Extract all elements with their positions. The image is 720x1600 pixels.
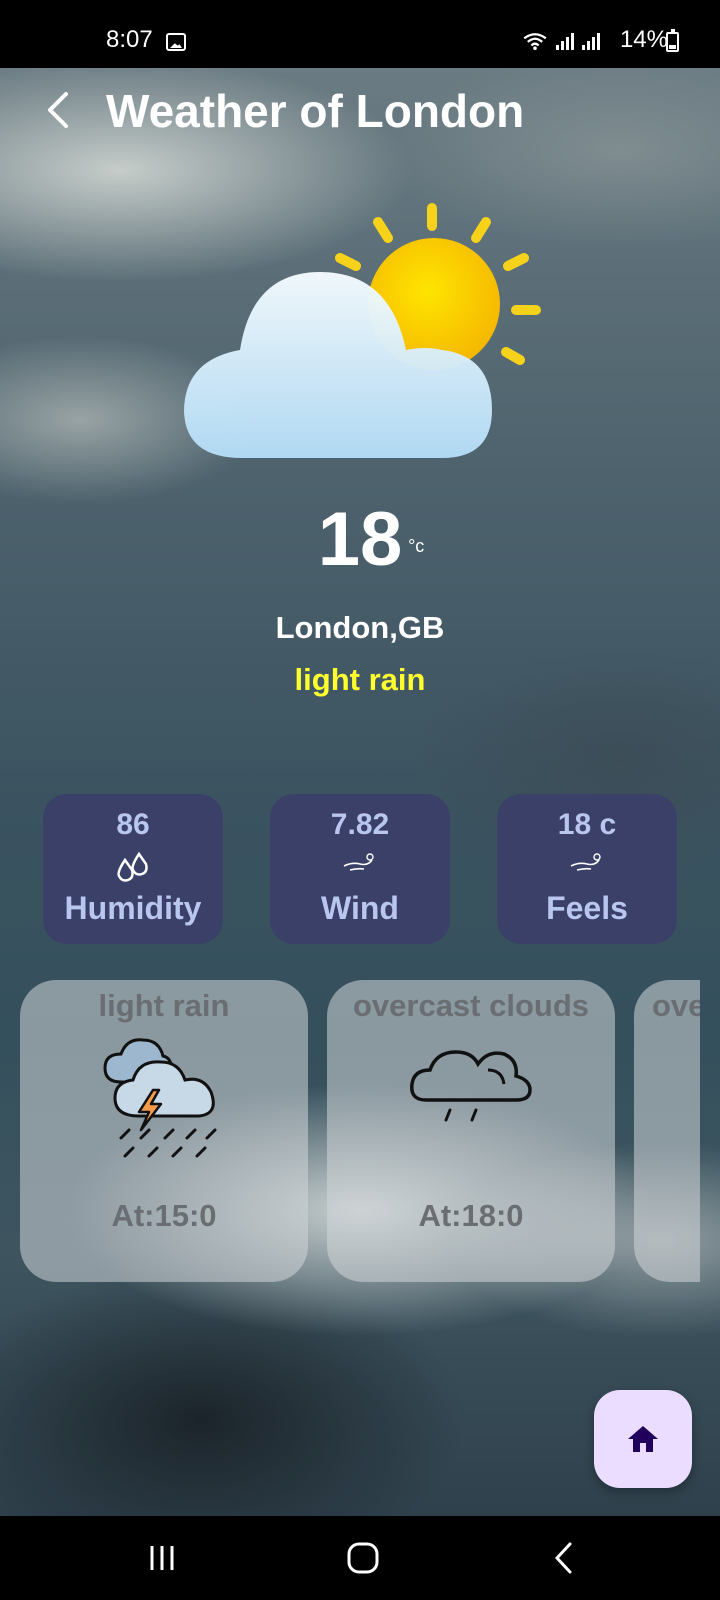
location-label: London,GB: [275, 610, 445, 645]
back-nav-icon: [554, 1542, 572, 1574]
gallery-notification-icon: [166, 33, 186, 51]
forecast-condition: ove: [652, 988, 700, 1023]
cloud-drizzle-icon: [410, 1050, 532, 1122]
back-button[interactable]: [36, 84, 80, 136]
home-nav-button[interactable]: [333, 1538, 393, 1578]
system-nav-bar: [0, 1516, 720, 1600]
home-button[interactable]: [594, 1390, 692, 1488]
status-icons: [522, 32, 600, 50]
forecast-condition: overcast clouds: [352, 988, 590, 1023]
forecast-condition: light rain: [98, 988, 230, 1023]
temperature-value: 18 °c: [317, 497, 425, 582]
temperature-number: 18: [317, 497, 403, 582]
current-temperature: 18 °c: [0, 500, 720, 580]
battery-percent: 14%: [619, 26, 668, 53]
signal-icon: [556, 32, 574, 50]
forecast-card[interactable]: ove: [634, 980, 700, 1282]
temperature-unit: °c: [408, 536, 425, 556]
forecast-card[interactable]: overcast clouds At:18:0: [327, 980, 615, 1282]
wind-label: Wind: [321, 890, 399, 926]
humidity-label: Humidity: [64, 890, 202, 926]
home-icon: [628, 1426, 658, 1452]
back-nav-button[interactable]: [534, 1538, 594, 1578]
condition-label: light rain: [294, 662, 426, 697]
humidity-drops-icon: [117, 851, 148, 882]
partly-cloudy-icon: [184, 203, 541, 458]
feels-value: 18 c: [557, 808, 617, 841]
wind-icon: [570, 853, 601, 871]
humidity-card: 86 Humidity: [43, 794, 223, 944]
feels-card: 18 c Feels: [497, 794, 677, 944]
battery-icon: [666, 29, 679, 52]
forecast-time: At:15:0: [111, 1198, 217, 1233]
wind-card: 7.82 Wind: [270, 794, 450, 944]
forecast-card[interactable]: light rain At:15:0: [20, 980, 308, 1282]
recent-apps-button[interactable]: [132, 1538, 192, 1578]
recent-apps-icon: [150, 1546, 174, 1570]
wind-icon: [343, 853, 374, 871]
wind-value: 7.82: [330, 808, 390, 841]
page-title: Weather of London: [106, 85, 525, 137]
forecast-time: At:18:0: [418, 1198, 524, 1233]
wifi-icon: [523, 33, 547, 50]
thunderstorm-rain-icon: [103, 1038, 217, 1158]
status-time: 8:07: [106, 26, 153, 53]
status-bar: 8:07 14%: [0, 0, 720, 68]
humidity-value: 86: [116, 808, 150, 841]
home-nav-icon: [347, 1542, 379, 1574]
back-arrow-icon: [48, 92, 68, 128]
feels-label: Feels: [546, 890, 628, 926]
signal-icon-2: [582, 32, 600, 50]
forecast-list[interactable]: light rain At:15:0 overcast clouds At:18…: [20, 980, 700, 1282]
